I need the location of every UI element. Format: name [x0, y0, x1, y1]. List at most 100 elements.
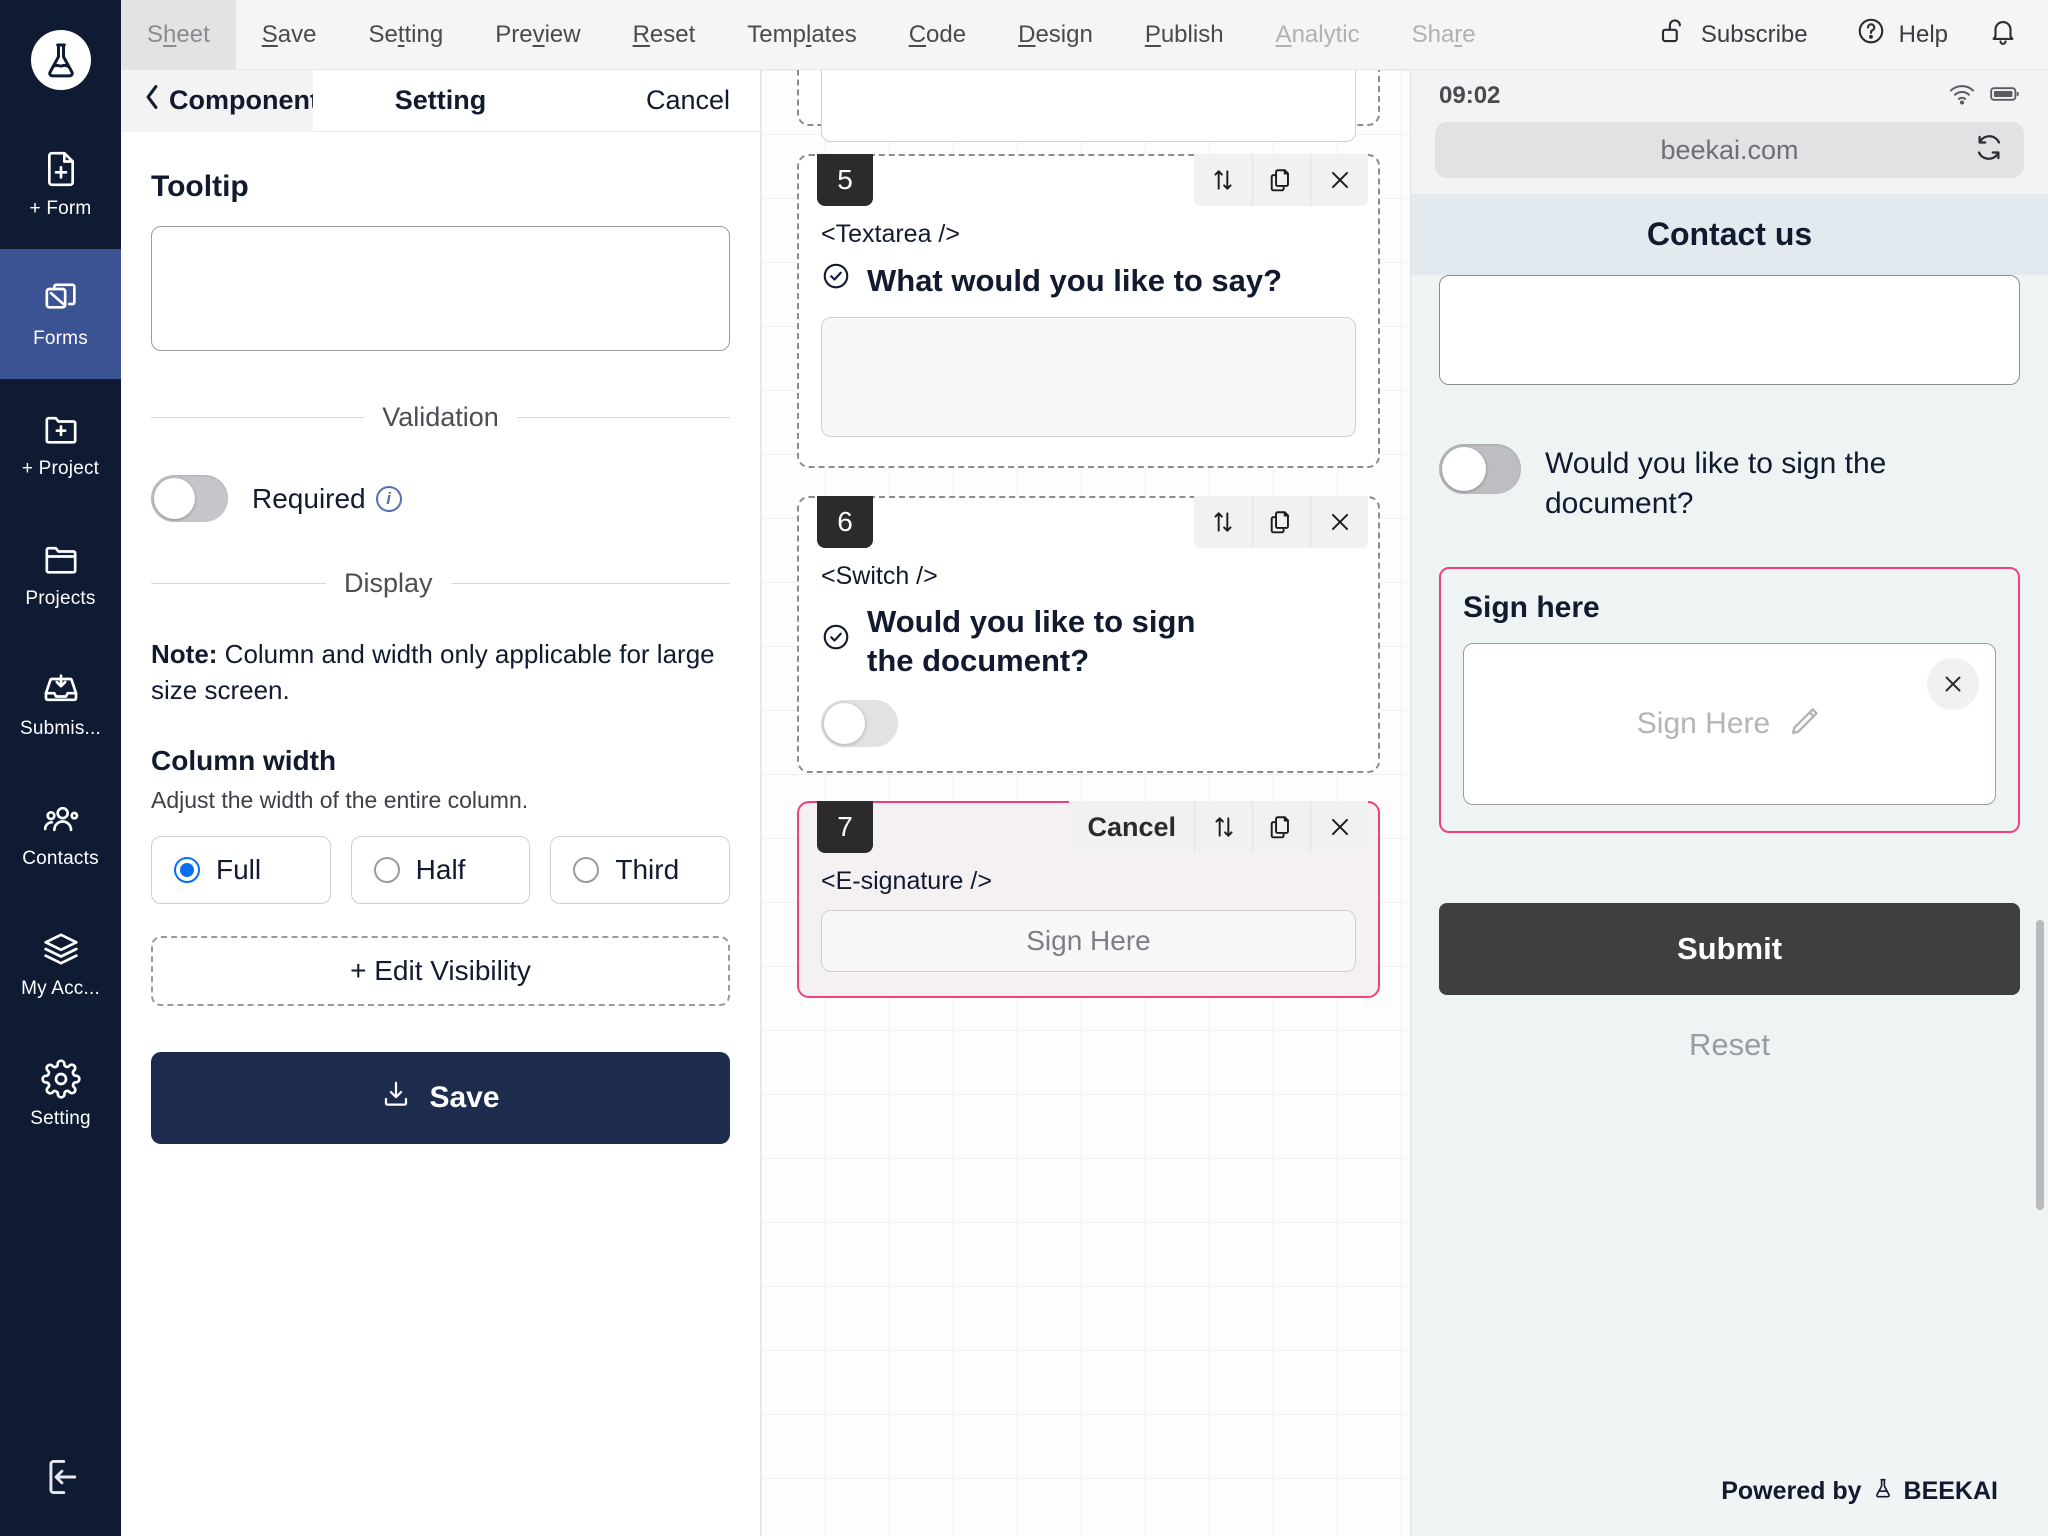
reload-icon[interactable] [1974, 133, 2004, 168]
save-label: Save [429, 1080, 500, 1114]
preview-signature-placeholder: Sign Here [1636, 707, 1771, 741]
close-icon[interactable] [1310, 154, 1368, 206]
form-card[interactable] [797, 70, 1380, 142]
close-icon[interactable] [1310, 801, 1368, 854]
preview-signature-section: Sign here Sign Here [1439, 567, 2020, 834]
back-to-components-button[interactable]: Components [121, 69, 313, 132]
column-width-option-third[interactable]: Third [550, 835, 731, 904]
forms-stack-icon [41, 279, 81, 319]
column-width-options: Full Half Third [151, 835, 731, 904]
sidebar-item-label: Setting [30, 1107, 91, 1129]
menu-item-templates[interactable]: Templates [721, 0, 882, 69]
edit-visibility-button[interactable]: + Edit Visibility [151, 935, 730, 1006]
duplicate-icon[interactable] [1252, 495, 1310, 548]
preview-submit-button[interactable]: Submit [1439, 903, 2020, 996]
beekai-flask-logo-icon [30, 29, 91, 90]
subscribe-label: Subscribe [1700, 20, 1808, 48]
preview-status-bar: 09:02 [1411, 70, 2048, 122]
menu-item-publish[interactable]: Publish [1119, 0, 1250, 69]
menu-item-code[interactable]: Code [883, 0, 992, 69]
file-plus-icon [41, 149, 81, 189]
card-question-text: What would you like to say? [867, 262, 1283, 298]
form-card-switch[interactable]: 6 <Switch /> Would you like to sign the … [797, 495, 1380, 774]
save-button[interactable]: Save [151, 1051, 730, 1144]
help-label: Help [1898, 20, 1948, 48]
subscribe-button[interactable]: Subscribe [1634, 0, 1832, 69]
menu-item-share[interactable]: Share [1386, 0, 1502, 69]
cancel-button[interactable]: Cancel [646, 85, 760, 116]
form-card-textarea[interactable]: 5 <Textarea /> What would you like to sa… [797, 154, 1380, 468]
notifications-button[interactable] [1972, 0, 2048, 69]
sidebar-item-forms[interactable]: Forms [0, 249, 121, 379]
logout-button[interactable] [0, 1455, 121, 1504]
card-textarea-input[interactable] [821, 70, 1356, 142]
battery-icon [1990, 80, 2020, 113]
powered-by-badge[interactable]: Powered by BEEKAI [1705, 1467, 2014, 1516]
required-toggle[interactable] [151, 475, 228, 522]
validation-divider-label: Validation [382, 402, 499, 432]
preview-address-bar[interactable]: beekai.com [1435, 122, 2024, 178]
preview-scrollbar[interactable] [2036, 920, 2044, 1211]
card-sign-here-button[interactable]: Sign Here [821, 910, 1356, 973]
move-icon[interactable] [1194, 496, 1252, 548]
preview-form-title: Contact us [1646, 216, 1813, 252]
display-note-text: Column and width only applicable for lar… [151, 639, 715, 705]
preview-textarea-input[interactable] [1439, 275, 2020, 385]
column-width-heading: Column width [151, 744, 337, 776]
card-cancel-button[interactable]: Cancel [1069, 801, 1194, 853]
logout-icon [39, 1455, 83, 1504]
question-circle-icon [1856, 16, 1886, 53]
menu-item-reset[interactable]: Reset [607, 0, 722, 69]
menu-item-sheet[interactable]: Sheet [121, 0, 236, 69]
info-icon[interactable]: i [375, 485, 402, 512]
duplicate-icon[interactable] [1252, 801, 1310, 854]
preview-reset-button[interactable]: Reset [1439, 1027, 2020, 1063]
card-switch-toggle[interactable] [821, 700, 898, 748]
help-button[interactable]: Help [1832, 0, 1972, 69]
preview-panel: 09:02 beekai.com Contact us Would you li… [1410, 70, 2048, 1536]
sidebar-item-add-form[interactable]: + Form [0, 119, 121, 249]
sidebar-item-my-account[interactable]: My Acc... [0, 899, 121, 1029]
menu-item-save[interactable]: Save [236, 0, 343, 69]
back-label: Components [169, 85, 313, 115]
form-card-esignature[interactable]: 7 Cancel <E-signature /> Sign Here [797, 801, 1380, 999]
column-width-option-full[interactable]: Full [151, 835, 331, 904]
form-canvas[interactable]: 5 <Textarea /> What would you like to sa… [761, 70, 1410, 1536]
menu-item-design[interactable]: Design [992, 0, 1119, 69]
tooltip-input[interactable] [151, 226, 730, 351]
body-split: Components Setting Cancel Tooltip Valida… [121, 69, 2048, 1536]
menu-item-setting[interactable]: Setting [342, 0, 469, 69]
tooltip-label: Tooltip [151, 170, 249, 203]
sidebar-item-add-project[interactable]: + Project [0, 379, 121, 509]
sidebar-item-submissions[interactable]: Submis... [0, 639, 121, 769]
sidebar-item-label: My Acc... [21, 977, 100, 999]
option-label: Third [615, 853, 680, 885]
app-logo[interactable] [0, 0, 121, 119]
preview-switch-toggle[interactable] [1439, 444, 1521, 494]
preview-clear-signature-button[interactable] [1927, 658, 1979, 711]
brand-name: BEEKAI [1903, 1477, 1998, 1505]
move-icon[interactable] [1194, 801, 1252, 854]
menu-item-preview[interactable]: Preview [469, 0, 606, 69]
sidebar-item-projects[interactable]: Projects [0, 509, 121, 639]
move-icon[interactable] [1194, 154, 1252, 206]
app-root: + Form Forms + Project Projects Submis..… [0, 0, 2048, 1536]
close-icon[interactable] [1310, 495, 1368, 548]
preview-status-icons [1948, 80, 2020, 113]
menu-item-analytic[interactable]: Analytic [1250, 0, 1386, 69]
card-toolbar [1194, 495, 1368, 548]
sidebar-item-contacts[interactable]: Contacts [0, 769, 121, 899]
sidebar-item-label: + Form [29, 197, 92, 219]
chevron-left-icon [143, 84, 161, 117]
layers-icon [41, 929, 81, 969]
option-label: Full [216, 853, 262, 885]
duplicate-icon[interactable] [1252, 154, 1310, 206]
card-textarea-input[interactable] [821, 316, 1356, 437]
sidebar-item-setting[interactable]: Setting [0, 1029, 121, 1159]
toggle-knob [824, 703, 865, 745]
left-sidebar: + Form Forms + Project Projects Submis..… [0, 0, 121, 1536]
setting-panel-header: Components Setting Cancel [121, 69, 760, 132]
column-width-option-half[interactable]: Half [350, 835, 531, 904]
preview-signature-pad[interactable]: Sign Here [1463, 643, 1996, 806]
toggle-knob [1442, 447, 1486, 491]
